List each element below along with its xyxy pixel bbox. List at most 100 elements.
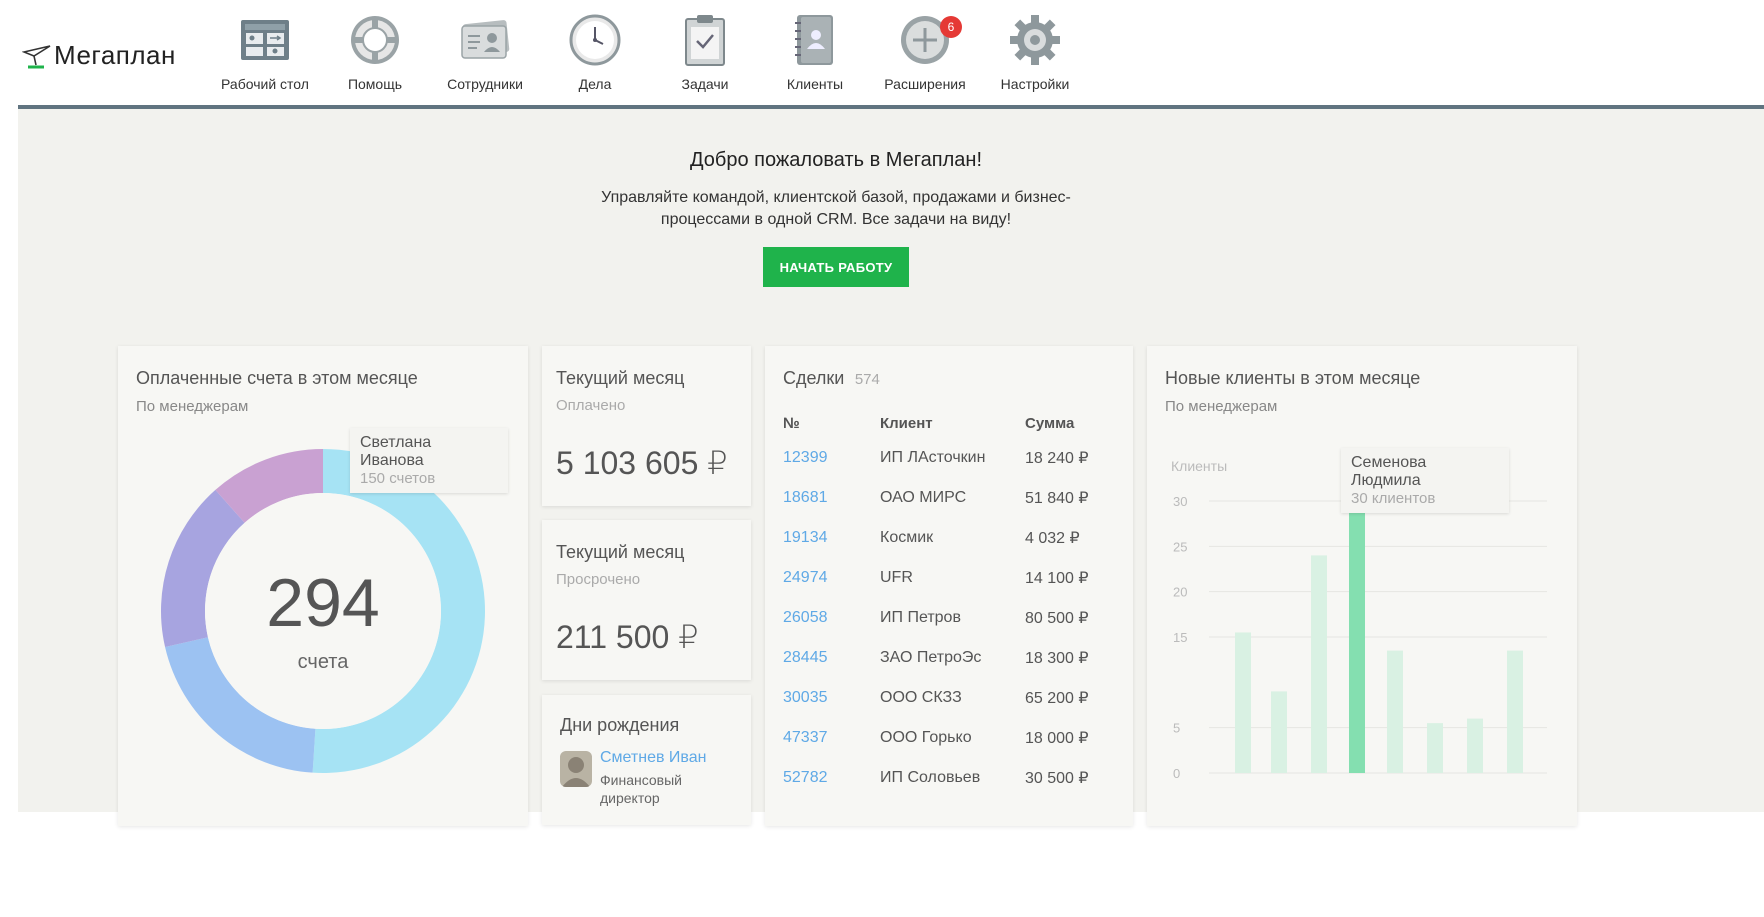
deal-sum: 18 300 ₽ [1025,650,1089,667]
gear-icon [1005,10,1065,70]
clipboard-check-icon [675,10,735,70]
table-row[interactable]: 19134 Космик 4 032 ₽ [783,518,1123,558]
nav-label: Рабочий стол [221,76,309,92]
deal-client: UFR [880,569,913,586]
deal-number-link[interactable]: 47337 [783,718,880,758]
birthdays-card: Дни рождения Сметнев Иван Финансовый дир… [542,695,751,825]
bar[interactable] [1467,718,1483,773]
avatar[interactable] [560,751,592,787]
column-header-number[interactable]: № [783,408,880,438]
desktop-icon [235,10,295,70]
nav-label: Помощь [347,76,403,92]
welcome-text: Управляйте командой, клиентской базой, п… [601,189,1071,228]
new-clients-bar-chart: 0 5 15 20 25 30 [1173,494,1547,781]
paid-amount: 5 103 605 ₽ [556,445,728,481]
y-tick-label: 30 [1173,494,1187,509]
bar[interactable] [1235,632,1251,773]
nav-label: Расширения [884,76,966,92]
month-overdue-card: Текущий месяц Просрочено 211 500 ₽ [542,520,751,680]
start-work-button[interactable]: НАЧАТЬ РАБОТУ [763,247,909,287]
nav-item-extensions[interactable]: 6 Расширения [870,10,980,92]
nav-item-settings[interactable]: Настройки [980,10,1090,92]
deal-number-link[interactable]: 28445 [783,638,880,678]
top-header: Мегаплан Рабочий стол Помощь Сотрудники … [0,0,1764,112]
welcome-title: Добро пожаловать в Мегаплан! [689,149,982,171]
bar[interactable] [1507,650,1523,773]
nav-label: Сотрудники [447,76,523,92]
bar[interactable] [1311,555,1327,773]
y-tick-label: 15 [1173,630,1187,645]
notification-badge: 6 [940,16,962,38]
card-subtitle: Оплачено [556,397,626,414]
bar[interactable] [1271,691,1287,773]
deal-client: ИП Петров [880,609,961,626]
card-subtitle: По менеджерам [136,398,249,415]
deal-number-link[interactable]: 30035 [783,678,880,718]
deal-sum: 18 000 ₽ [1025,730,1089,747]
deal-client: ООО Горько [880,729,972,746]
table-row[interactable]: 30035 ООО СКЗЗ 65 200 ₽ [783,678,1123,718]
paid-invoices-card: Оплаченные счета в этом месяце По менедж… [118,346,528,826]
birthday-person-name[interactable]: Сметнев Иван [600,749,706,767]
card-title: Дни рождения [560,715,680,735]
bar[interactable] [1349,501,1365,773]
table-row[interactable]: 18681 ОАО МИРС 51 840 ₽ [783,478,1123,518]
bar[interactable] [1387,650,1403,773]
table-header-row: № Клиент Сумма [783,408,1123,438]
bar[interactable] [1427,723,1443,773]
megaplan-logo[interactable]: Мегаплан [22,40,176,71]
y-tick-label: 5 [1173,721,1180,736]
birthday-person-role: Финансовый директор [600,772,682,806]
table-row[interactable]: 52782 ИП Соловьев 30 500 ₽ [783,758,1123,798]
nav-item-tasks[interactable]: Задачи [650,10,760,92]
deal-number-link[interactable]: 52782 [783,758,880,798]
deal-client: Космик [880,529,934,546]
overdue-amount: 211 500 ₽ [556,619,699,655]
card-subtitle: Просрочено [556,571,641,588]
clock-icon [565,10,625,70]
donut-total: 294 [266,565,380,641]
deal-sum: 80 500 ₽ [1025,610,1089,627]
card-title: Сделки 574 [783,368,880,389]
table-row[interactable]: 26058 ИП Петров 80 500 ₽ [783,598,1123,638]
deal-number-link[interactable]: 19134 [783,518,880,558]
column-header-client[interactable]: Клиент [880,408,1025,438]
table-row[interactable]: 47337 ООО Горько 18 000 ₽ [783,718,1123,758]
column-header-sum[interactable]: Сумма [1025,408,1123,438]
deal-client: ИП Соловьев [880,769,981,786]
deals-table: № Клиент Сумма 12399 ИП ЛАсточкин 18 240 ₽… [783,408,1123,798]
nav-item-desktop[interactable]: Рабочий стол [210,10,320,112]
nav-label: Задачи [681,76,729,92]
card-title: Оплаченные счета в этом месяце [136,368,418,388]
deals-count: 574 [854,371,880,388]
deal-sum: 14 100 ₽ [1025,570,1089,587]
nav-item-employees[interactable]: Сотрудники [430,10,540,92]
tooltip-name: Семенова Людмила [1351,454,1427,489]
deal-number-link[interactable]: 24974 [783,558,880,598]
deal-number-link[interactable]: 18681 [783,478,880,518]
nav-item-affairs[interactable]: Дела [540,10,650,92]
tooltip-value: 150 счетов [360,470,436,487]
deals-title: Сделки [783,368,845,388]
deal-sum: 18 240 ₽ [1025,450,1089,467]
invoices-donut-chart: 294 счета [158,446,488,776]
donut-tooltip: Светлана Иванова 150 счетов [350,428,508,493]
paper-plane-icon [22,44,51,68]
table-row[interactable]: 28445 ЗАО ПетроЭс 18 300 ₽ [783,638,1123,678]
nav-item-help[interactable]: Помощь [320,10,430,92]
deals-card: Сделки 574 № Клиент Сумма 12399 ИП ЛАсточ… [765,346,1133,826]
deal-client: ЗАО ПетроЭс [880,649,982,666]
deal-number-link[interactable]: 26058 [783,598,880,638]
deal-number-link[interactable]: 12399 [783,438,880,478]
bar-tooltip: Семенова Людмила 30 клиентов [1341,448,1509,513]
deal-client: ООО СКЗЗ [880,689,962,706]
tooltip-name: Светлана Иванова [360,434,432,469]
contact-book-icon [785,10,845,70]
deal-client: ИП ЛАсточкин [880,449,986,466]
deal-sum: 51 840 ₽ [1025,490,1089,507]
lifebuoy-icon [345,10,405,70]
table-row[interactable]: 24974 UFR 14 100 ₽ [783,558,1123,598]
nav-item-clients[interactable]: Клиенты [760,10,870,92]
table-row[interactable]: 12399 ИП ЛАсточкин 18 240 ₽ [783,438,1123,478]
month-paid-card: Текущий месяц Оплачено 5 103 605 ₽ [542,346,751,506]
